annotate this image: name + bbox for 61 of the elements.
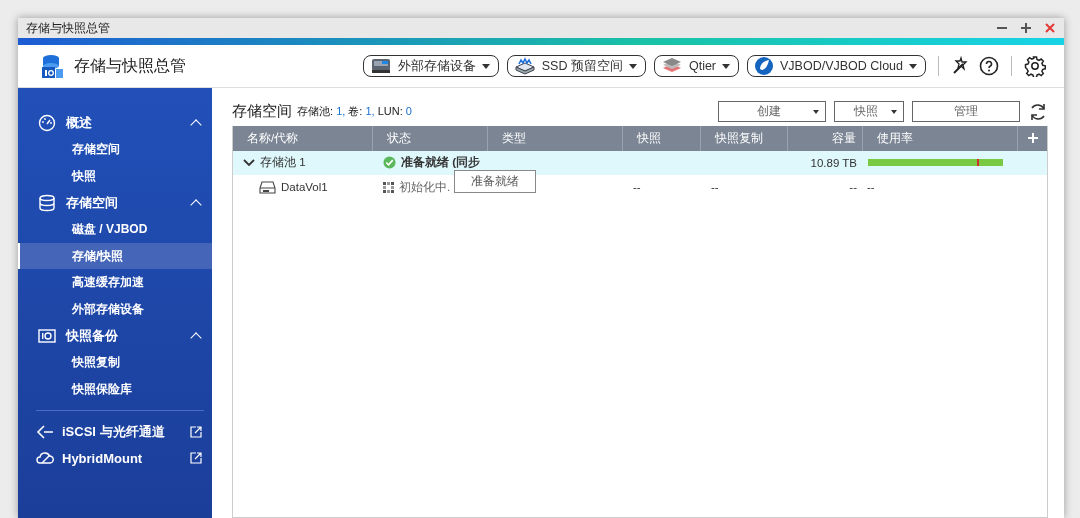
external-link-icon [190,426,202,438]
toolbar-dropdown[interactable]: Qtier [653,55,740,77]
tooltip: 准备就绪 [454,170,536,193]
nav-group[interactable]: 存储空间 [18,189,212,216]
column-header[interactable]: 容量 [788,126,863,151]
column-header[interactable]: 名称/代称 [233,126,373,151]
maximize-icon[interactable] [1020,22,1032,34]
settings-icon[interactable] [1024,55,1046,77]
external-link-icon [190,452,202,464]
storage-summary: 存储池: 1, 卷: 1, LUN: 0 [297,104,413,119]
column-header[interactable]: 快照复制 [701,126,788,151]
check-circle-icon [383,156,396,170]
add-icon[interactable] [1026,132,1039,145]
table-cell-text: 10.89 TB [809,156,858,169]
nav-item[interactable]: 存储空间 [18,136,212,163]
dropdown-button[interactable]: 创建 [718,101,826,122]
camera-icon [38,327,56,344]
table-cell-text: -- [866,181,876,194]
table-cell-text: -- [848,181,858,194]
table-cell-text: -- [710,181,720,194]
table-cell[interactable]: 存储池 1 [233,155,373,171]
cloud-drop-icon [754,56,775,76]
toolbar-dropdown[interactable]: VJBOD/VJBOD Cloud [747,55,926,77]
database-icon [38,193,56,212]
toolbar-dropdown[interactable]: SSD 预留空间 [506,55,646,77]
external-drive-icon [369,57,392,75]
connector-icon [36,424,54,440]
nav-item[interactable]: 存储/快照 [18,242,212,269]
gauge-icon [38,113,56,132]
table-cell: 准备就绪 (同步 [373,155,488,171]
nav-group[interactable]: 概述 [18,109,212,136]
column-header[interactable]: 快照 [623,126,701,151]
volume-icon [259,180,276,194]
refresh-icon[interactable] [1028,101,1048,122]
help-icon[interactable] [979,56,999,76]
cloud-icon [36,451,54,465]
toolbar-dropdown[interactable]: 外部存储设备 [362,55,499,77]
nav-item[interactable]: 外部存储设备 [18,295,212,322]
table-cell-text: -- [632,181,642,194]
ssd-stack-icon [513,57,536,75]
app-title: 存储与快照总管 [74,55,187,76]
action-button[interactable]: 管理 [912,101,1020,122]
column-header[interactable]: 状态 [373,126,488,151]
nav-item[interactable]: 磁盘 / VJBOD [18,216,212,243]
panel-title: 存储空间 [232,102,292,121]
progress-dots-icon [383,181,394,193]
chevron-icon[interactable] [243,157,255,168]
window-title: 存储与快照总管 [26,19,111,37]
nav-group[interactable]: 快照备份 [18,322,212,349]
dropdown-button[interactable]: 快照 [834,101,904,122]
nav-link[interactable]: iSCSI 与光纤通道 [18,419,212,445]
nav-item[interactable]: 快照保险库 [18,375,212,402]
column-header[interactable]: 使用率 [863,126,1018,151]
nav-item[interactable]: 快照复制 [18,349,212,376]
table-cell[interactable]: DataVol1 [233,180,373,194]
column-header[interactable]: 类型 [488,126,623,151]
nav-item[interactable]: 快照 [18,162,212,189]
close-icon[interactable] [1044,22,1056,34]
storage-logo-icon [40,53,64,79]
nav-item[interactable]: 高速缓存加速 [18,269,212,296]
nav-link[interactable]: HybridMount [18,445,212,471]
